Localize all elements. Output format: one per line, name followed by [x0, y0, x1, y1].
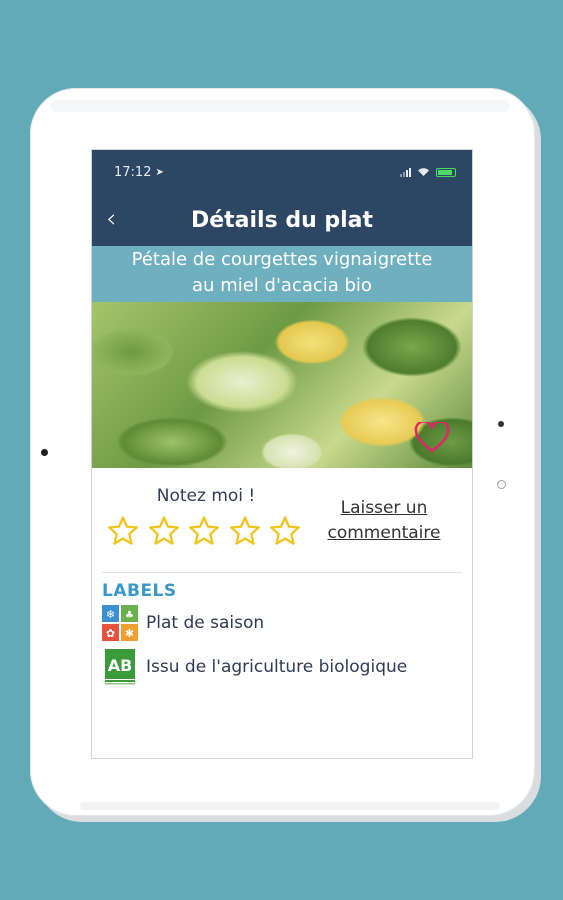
- star-icon-4[interactable]: [228, 514, 262, 548]
- signal-icon: [400, 167, 411, 177]
- status-time: 17:12: [114, 164, 152, 180]
- page-title: Détails du plat: [190, 207, 374, 233]
- battery-icon: [436, 167, 456, 177]
- comment-line1: Laisser un: [340, 498, 428, 518]
- status-bar: 17:12 ➤: [92, 150, 472, 194]
- star-icon-1[interactable]: [106, 514, 140, 548]
- svg-text:AB: AB: [108, 656, 133, 675]
- app-screen: 17:12 ➤ ‹ Détails du plat Pétale de cour…: [91, 149, 473, 759]
- label-text-seasonal: Plat de saison: [146, 613, 265, 633]
- home-button: [497, 480, 506, 489]
- dish-photo: [92, 302, 472, 468]
- star-icon-5[interactable]: [268, 514, 302, 548]
- dish-name-line1: Pétale de courgettes vignaigrette: [131, 249, 433, 270]
- camera-dot: [41, 449, 48, 456]
- svg-text:✱: ✱: [125, 627, 134, 640]
- rating-label: Notez moi !: [156, 486, 256, 506]
- chevron-left-icon[interactable]: ‹: [106, 204, 116, 234]
- leave-comment-link[interactable]: Laisser un commentaire: [306, 486, 462, 548]
- star-icon-3[interactable]: [187, 514, 221, 548]
- svg-text:♣: ♣: [125, 610, 134, 621]
- label-text-organic: Issu de l'agriculture biologique: [146, 657, 408, 677]
- organic-ab-icon: AB: [105, 649, 135, 685]
- seasonal-icon: ❄ ♣ ✿ ✱: [102, 605, 138, 641]
- rating-column: Notez moi !: [106, 486, 306, 548]
- tablet-top-edge: [50, 100, 510, 112]
- wifi-icon: [418, 168, 429, 176]
- label-item-seasonal: ❄ ♣ ✿ ✱ Plat de saison: [92, 601, 472, 645]
- navigation-bar: ‹ Détails du plat: [92, 194, 472, 246]
- tablet-bottom-edge: [80, 802, 500, 810]
- section-divider: [102, 572, 462, 573]
- comment-line2: commentaire: [327, 523, 441, 543]
- svg-text:❄: ❄: [106, 608, 115, 621]
- heart-outline-icon[interactable]: [414, 422, 450, 454]
- star-icon-2[interactable]: [147, 514, 181, 548]
- location-arrow-icon: ➤: [155, 166, 164, 178]
- svg-text:✿: ✿: [106, 627, 115, 640]
- dish-title-band: Pétale de courgettes vignaigrette au mie…: [92, 246, 472, 302]
- label-item-organic: AB Issu de l'agriculture biologique: [92, 645, 472, 689]
- star-rating: [106, 514, 302, 548]
- rating-section: Notez moi ! Laisser un commentaire: [92, 468, 472, 548]
- sensor-dot: [498, 421, 504, 427]
- labels-heading: LABELS: [102, 581, 177, 601]
- dish-name-line2: au miel d'acacia bio: [192, 275, 372, 296]
